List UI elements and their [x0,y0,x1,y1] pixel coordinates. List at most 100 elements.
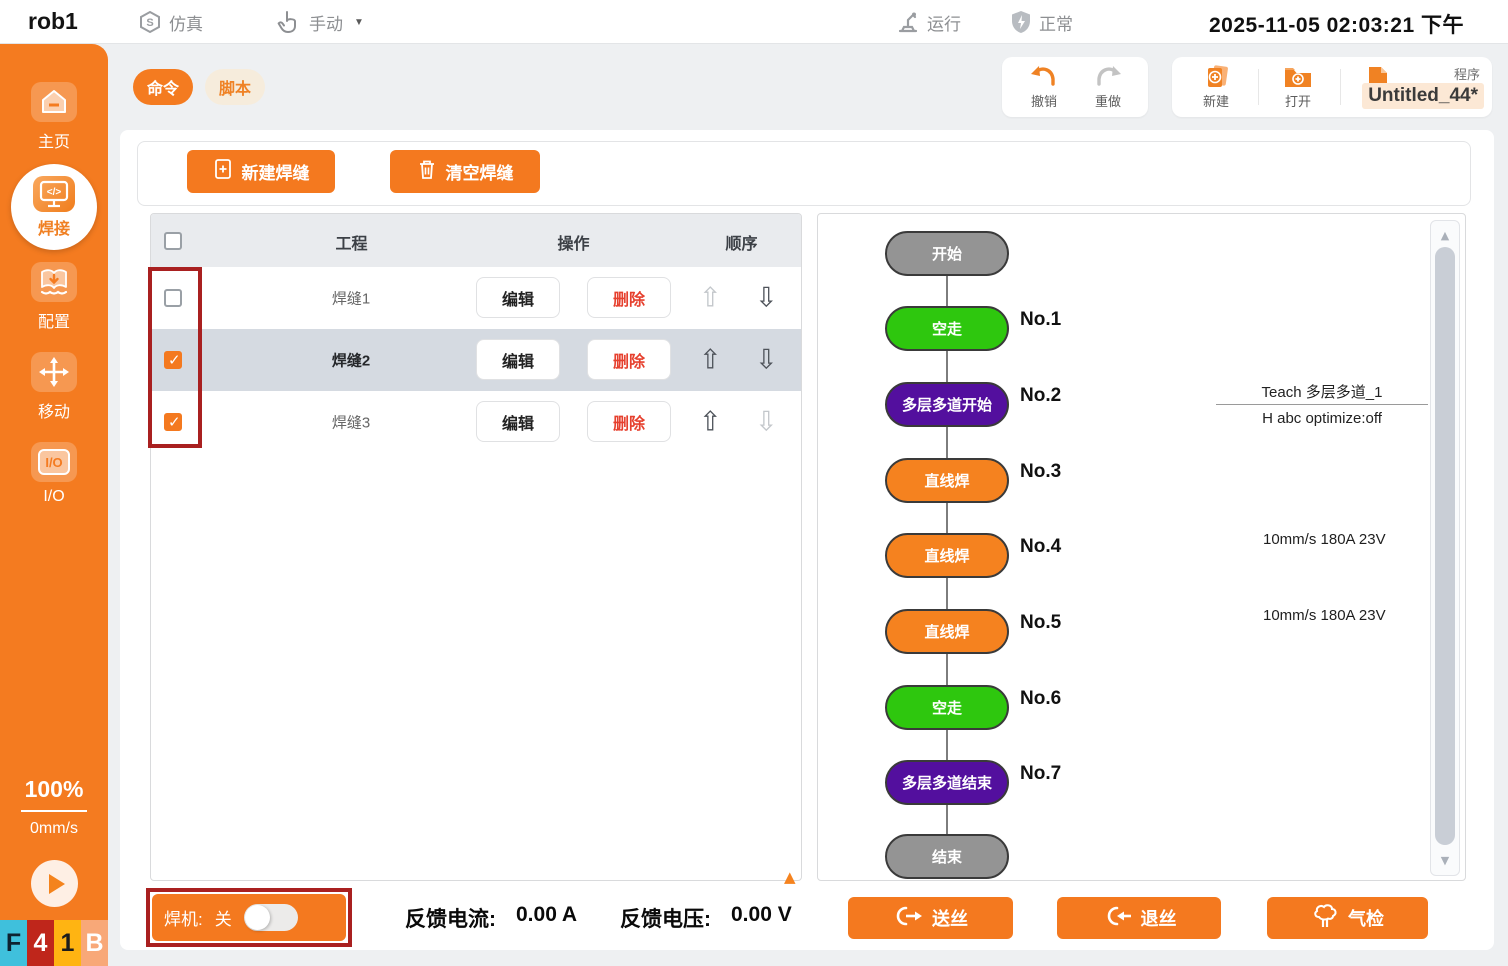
move-down-icon[interactable]: ⇩ [755,345,778,376]
shield-icon [1010,10,1032,34]
trash-icon [417,158,437,185]
toggle-knob [245,905,270,930]
play-icon [49,874,65,894]
flowchart-scrollbar[interactable]: ▲ ▼ [1430,220,1460,876]
program-flowchart: 开始 空走 多层多道开始 直线焊 直线焊 直线焊 空走 多层多道结束 结束 No… [817,213,1466,881]
move-up-icon[interactable]: ⇧ [699,283,722,314]
move-arrows-icon [31,352,77,392]
redo-button[interactable]: 重做 [1082,64,1134,110]
flow-node-multipass-end[interactable]: 多层多道结束 [885,760,1009,805]
table-row[interactable]: 焊缝3 编辑 删除 ⇧ ⇩ [151,391,801,453]
column-order: 顺序 [714,230,769,254]
gas-check-button[interactable]: 气检 [1267,897,1428,939]
delete-button[interactable]: 删除 [587,277,671,318]
move-down-icon[interactable]: ⇩ [755,407,778,438]
row-checkbox[interactable] [164,413,182,431]
undo-icon [1018,64,1070,90]
scrollbar-thumb[interactable] [1435,247,1455,845]
row-checkbox[interactable] [164,351,182,369]
sidebar-item-move[interactable]: 移动 [0,352,108,422]
clear-seams-button[interactable]: 清空焊缝 [390,150,540,193]
logo-letter: B [81,920,108,966]
flow-node-airmove[interactable]: 空走 [885,306,1009,351]
open-program-button[interactable]: 打开 [1272,64,1324,110]
feedback-voltage: 反馈电压: 0.00 V [620,903,792,933]
teach-annotation-subtitle: H abc optimize:off [1216,410,1428,427]
sidebar-item-config[interactable]: 配置 [0,262,108,332]
wire-feed-button[interactable]: 送丝 [848,897,1013,939]
sidebar-item-home[interactable]: 主页 [0,82,108,152]
flow-node-multipass-start[interactable]: 多层多道开始 [885,382,1009,427]
program-label: 程序 [1454,64,1480,83]
tab-script[interactable]: 脚本 [205,69,265,105]
seam-actions-panel [137,141,1471,206]
welder-state: 关 [215,905,232,930]
flow-node-start[interactable]: 开始 [885,231,1009,276]
undo-button[interactable]: 撤销 [1018,64,1070,110]
node-number: No.5 [1020,612,1061,634]
delete-button[interactable]: 删除 [587,339,671,380]
logo-letter: 1 [54,920,81,966]
gas-check-icon [1311,903,1339,934]
robot-run-icon [896,10,920,34]
program-name: Untitled_44* [1362,83,1484,109]
open-folder-icon [1272,64,1324,90]
logo-letter: 4 [27,920,54,966]
sidebar-item-io[interactable]: I/O I/O [0,442,108,506]
manual-mode-selector[interactable]: 手动 ▼ [276,0,364,44]
annotation-divider [1216,404,1428,405]
weld-parameters: 10mm/s 180A 23V [1263,607,1386,624]
welder-toggle[interactable] [244,904,298,931]
manual-mode-label: 手动 [309,10,343,35]
move-up-icon[interactable]: ⇧ [699,345,722,376]
svg-text:I/O: I/O [45,455,62,470]
table-row[interactable]: 焊缝1 编辑 删除 ⇧ ⇩ [151,267,801,329]
new-program-button[interactable]: 新建 [1190,64,1242,110]
node-number: No.6 [1020,688,1061,710]
welder-label: 焊机: [164,905,203,930]
seam-name: 焊缝2 [281,350,421,371]
new-seam-button[interactable]: 新建焊缝 [187,150,335,193]
flow-node-linear-weld[interactable]: 直线焊 [885,458,1009,503]
edit-button[interactable]: 编辑 [476,277,560,318]
node-number: No.2 [1020,385,1061,407]
sidebar-item-welding[interactable]: </> 焊接 [11,164,97,250]
new-seam-doc-icon [213,158,233,185]
tab-command[interactable]: 命令 [133,69,193,105]
speed-percent: 100% [0,776,108,812]
feedback-current-value: 0.00 A [516,903,577,933]
datetime-display: 2025-11-05 02:03:21 下午 [1209,9,1464,39]
node-number: No.7 [1020,763,1061,785]
edit-button[interactable]: 编辑 [476,339,560,380]
sidebar-nav: 主页 </> 焊接 配置 移动 I/O I/O 100% [0,44,108,966]
move-up-icon[interactable]: ⇧ [699,407,722,438]
weld-code-icon: </> [33,176,75,212]
logo-letter: F [0,920,27,966]
simulation-mode-indicator[interactable]: S 仿真 [138,0,203,44]
feedback-current: 反馈电流: 0.00 A [405,903,577,933]
delete-button[interactable]: 删除 [587,401,671,442]
redo-icon [1082,64,1134,90]
edit-button[interactable]: 编辑 [476,401,560,442]
row-checkbox[interactable] [164,289,182,307]
wire-retract-button[interactable]: 退丝 [1057,897,1221,939]
node-number: No.4 [1020,536,1061,558]
flow-node-end[interactable]: 结束 [885,834,1009,879]
run-status-label: 运行 [927,10,961,35]
move-down-icon[interactable]: ⇩ [755,283,778,314]
panel-resize-triangle-icon[interactable]: ▲ [784,868,796,886]
select-all-checkbox[interactable] [164,232,182,250]
flow-node-linear-weld[interactable]: 直线焊 [885,609,1009,654]
svg-text:S: S [146,17,153,29]
svg-text:</>: </> [47,187,62,198]
feedback-voltage-value: 0.00 V [731,903,792,933]
weld-parameters: 10mm/s 180A 23V [1263,531,1386,548]
flow-node-linear-weld[interactable]: 直线焊 [885,533,1009,578]
scroll-up-icon[interactable]: ▲ [1431,229,1459,242]
simulation-label: 仿真 [169,10,203,35]
play-button[interactable] [31,860,78,907]
scroll-down-icon[interactable]: ▼ [1431,854,1459,867]
flow-node-airmove[interactable]: 空走 [885,685,1009,730]
file-actions-card: 新建 打开 保存 程序 Untitled_44* [1172,57,1492,117]
table-row[interactable]: 焊缝2 编辑 删除 ⇧ ⇩ [151,329,801,391]
